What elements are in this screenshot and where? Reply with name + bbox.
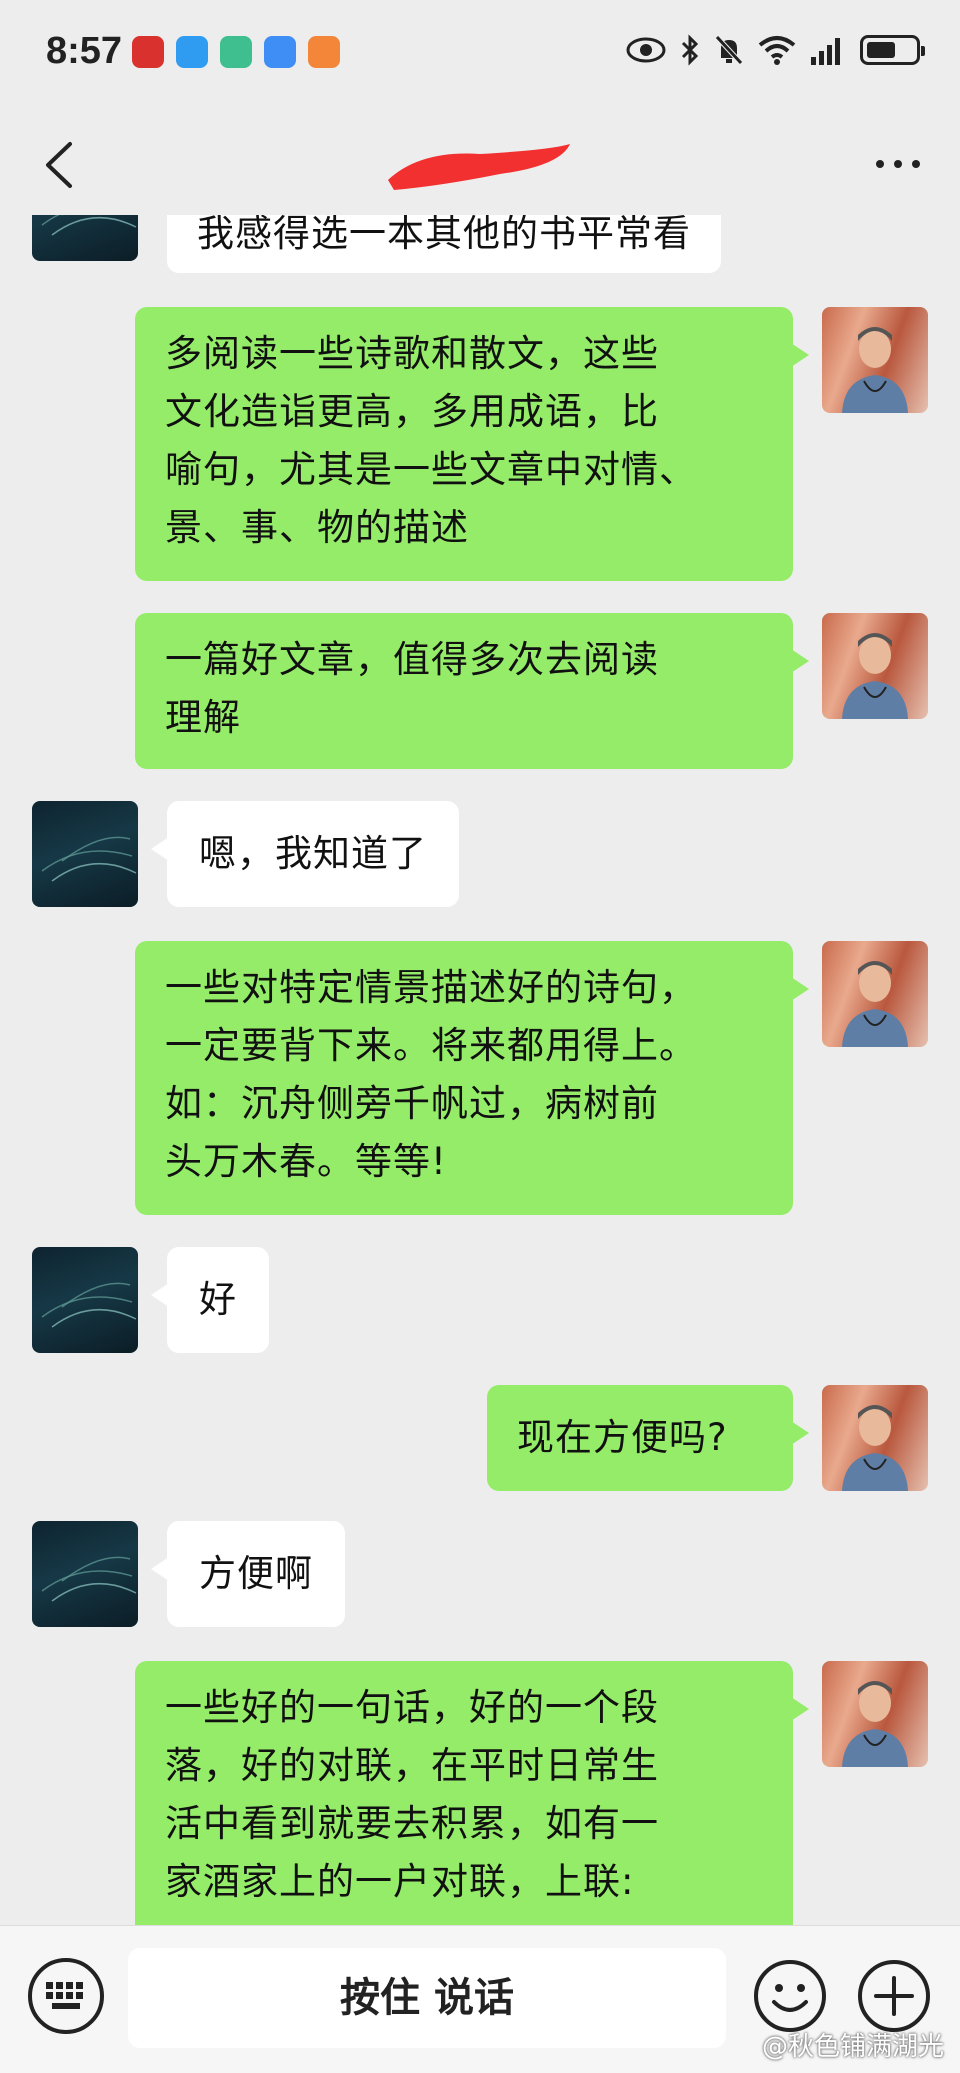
message-item: 一篇好文章，值得多次去阅读 理解 xyxy=(0,613,960,769)
person-photo-graphic xyxy=(842,633,908,719)
avatar-streak-graphic xyxy=(41,836,137,882)
chat-header xyxy=(0,110,960,220)
person-photo-graphic xyxy=(842,327,908,413)
orange-app-icon xyxy=(308,36,340,68)
message-line: 喻句，尤其是一些文章中对情、 xyxy=(165,448,697,491)
message-item: 嗯，我知道了 xyxy=(0,801,960,911)
message-list[interactable]: 我感得选一本其他的书平常看 多阅读一些诗歌和散文，这些 文化造诣更高，多用成语，… xyxy=(0,215,960,1925)
hold-to-talk-button[interactable]: 按住 说话 xyxy=(128,1948,726,2048)
message-line: 理解 xyxy=(165,696,241,739)
emoji-icon[interactable] xyxy=(752,1958,828,2034)
self-avatar[interactable] xyxy=(822,1661,928,1767)
message-text: 现在方便吗? xyxy=(517,1416,728,1459)
message-bubble[interactable]: 好 xyxy=(151,1247,269,1353)
eye-icon xyxy=(626,37,666,63)
self-avatar[interactable] xyxy=(822,613,928,719)
contact-avatar[interactable] xyxy=(32,215,138,261)
person-photo-graphic xyxy=(842,1405,908,1491)
message-text: 我感得选一本其他的书平常看 xyxy=(197,215,691,255)
cloud-app-icon xyxy=(264,36,296,68)
avatar-streak-graphic xyxy=(41,1282,137,1328)
more-options-icon[interactable] xyxy=(876,160,920,168)
keyboard-icon xyxy=(46,1982,83,2009)
status-time: 8:57 xyxy=(46,30,123,72)
message-text: 方便啊 xyxy=(199,1552,313,1595)
message-line: 景、事、物的描述 xyxy=(165,506,469,549)
avatar-streak-graphic xyxy=(41,215,137,236)
message-item: 方便啊 xyxy=(0,1521,960,1631)
message-bubble[interactable]: 一篇好文章，值得多次去阅读 理解 xyxy=(135,613,809,769)
message-line: 落，好的对联，在平时日常生 xyxy=(165,1744,659,1787)
notification-app-icons xyxy=(132,36,340,68)
message-bubble[interactable]: 我感得选一本其他的书平常看 xyxy=(167,215,721,273)
message-line: 文化造诣更高，多用成语，比 xyxy=(165,390,659,433)
message-bubble[interactable]: 一些对特定情景描述好的诗句， 一定要背下来。将来都用得上。 如：沉舟侧旁千帆过，… xyxy=(135,941,809,1215)
message-line: 一定要背下来。将来都用得上。 xyxy=(165,1024,697,1067)
redaction-scribble xyxy=(388,144,570,190)
message-item: 一些对特定情景描述好的诗句， 一定要背下来。将来都用得上。 如：沉舟侧旁千帆过，… xyxy=(0,941,960,1215)
message-line: 家酒家上的一户对联，上联: xyxy=(165,1860,635,1903)
back-arrow-icon[interactable] xyxy=(40,140,80,190)
self-avatar[interactable] xyxy=(822,1385,928,1491)
contact-avatar[interactable] xyxy=(32,801,138,907)
message-bubble[interactable]: 多阅读一些诗歌和散文，这些 文化造诣更高，多用成语，比 喻句，尤其是一些文章中对… xyxy=(135,307,809,581)
message-item: 多阅读一些诗歌和散文，这些 文化造诣更高，多用成语，比 喻句，尤其是一些文章中对… xyxy=(0,307,960,581)
message-item: 一些好的一句话，好的一个段 落，好的对联，在平时日常生 活中看到就要去积累，如有… xyxy=(0,1661,960,1925)
message-text: 嗯，我知道了 xyxy=(199,832,427,875)
self-avatar[interactable] xyxy=(822,307,928,413)
person-photo-graphic xyxy=(842,961,908,1047)
status-indicators xyxy=(626,34,925,66)
message-bubble[interactable]: 嗯，我知道了 xyxy=(151,801,459,907)
contact-avatar[interactable] xyxy=(32,1521,138,1627)
contact-avatar[interactable] xyxy=(32,1247,138,1353)
status-bar: 8:57 xyxy=(0,0,960,110)
message-bubble[interactable]: 方便啊 xyxy=(151,1521,345,1627)
green-app-icon xyxy=(220,36,252,68)
mute-bell-icon xyxy=(715,35,743,65)
message-line: 如：沉舟侧旁千帆过，病树前 xyxy=(165,1082,659,1125)
keyboard-toggle-button[interactable] xyxy=(28,1958,104,2034)
signal-icon xyxy=(811,38,840,65)
message-line: 一些对特定情景描述好的诗句， xyxy=(165,966,697,1009)
message-text: 好 xyxy=(199,1278,237,1321)
weibo-watermark: @秋色铺满湖光 xyxy=(761,2032,944,2062)
bank-app-icon xyxy=(132,36,164,68)
self-avatar[interactable] xyxy=(822,941,928,1047)
battery-icon xyxy=(860,35,925,65)
avatar-streak-graphic xyxy=(41,1556,137,1602)
chat-title xyxy=(380,140,580,190)
message-item: 我感得选一本其他的书平常看 xyxy=(0,215,960,275)
message-app-icon xyxy=(176,36,208,68)
plus-icon[interactable] xyxy=(856,1958,932,2034)
message-line: 一些好的一句话，好的一个段 xyxy=(165,1686,659,1729)
message-line: 活中看到就要去积累，如有一 xyxy=(165,1802,659,1845)
message-item: 现在方便吗? xyxy=(0,1385,960,1495)
message-bubble[interactable]: 现在方便吗? xyxy=(487,1385,809,1491)
message-line: 一篇好文章，值得多次去阅读 xyxy=(165,638,659,681)
bluetooth-icon xyxy=(681,34,699,66)
message-bubble[interactable]: 一些好的一句话，好的一个段 落，好的对联，在平时日常生 活中看到就要去积累，如有… xyxy=(135,1661,809,1925)
person-photo-graphic xyxy=(842,1681,908,1767)
message-line: 多阅读一些诗歌和散文，这些 xyxy=(165,332,659,375)
message-line: 头万木春。等等! xyxy=(165,1140,447,1183)
message-item: 好 xyxy=(0,1247,960,1357)
wifi-icon xyxy=(758,36,796,65)
input-bar: 按住 说话 @秋色铺满湖光 xyxy=(0,1925,960,2073)
